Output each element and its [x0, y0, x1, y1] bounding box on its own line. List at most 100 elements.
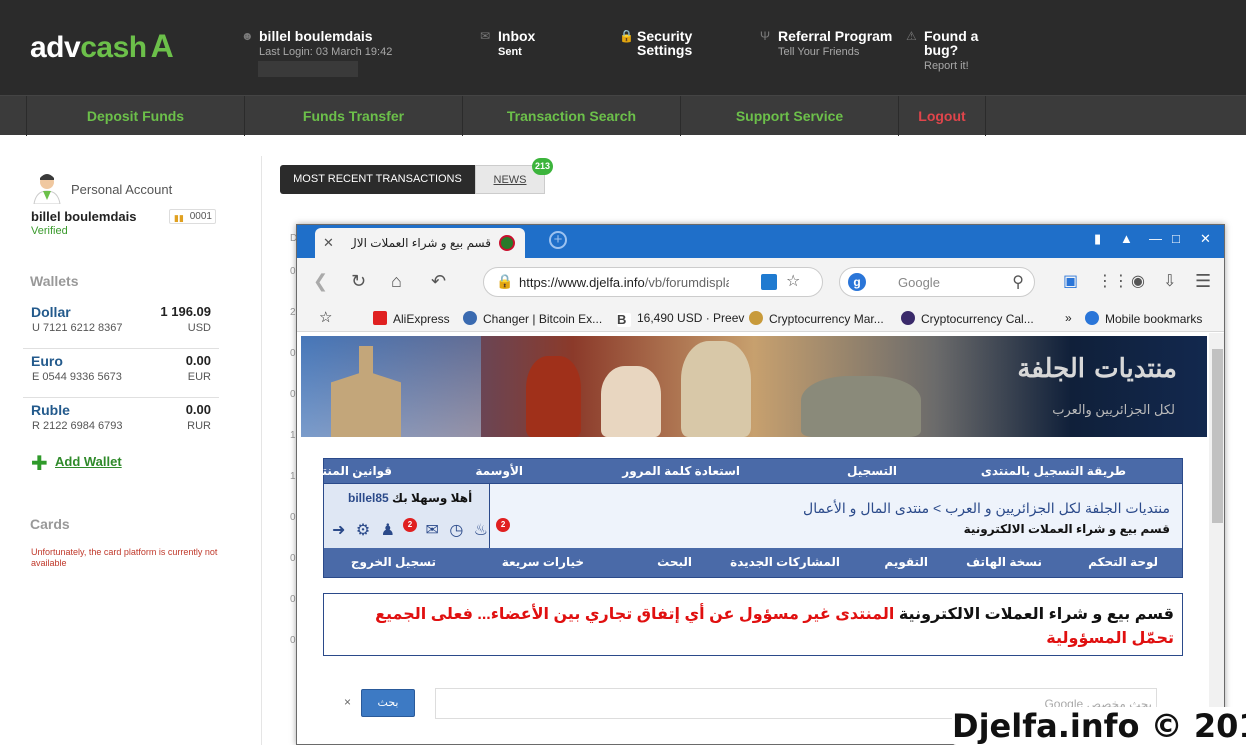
bookmark-preev[interactable]: B 16,490 USD · Preev	[617, 311, 744, 327]
wallet-amount: 0.00	[185, 402, 211, 417]
forum-username[interactable]: billel85	[348, 491, 389, 505]
wallet-name[interactable]: Ruble	[31, 402, 70, 418]
bookmark-star-icon[interactable]: ☆	[786, 271, 800, 291]
forum-link[interactable]: طريقة التسجيل بالمنتدى	[981, 464, 1126, 478]
tab-recent-transactions[interactable]: MOST RECENT TRANSACTIONS	[280, 165, 475, 194]
nav-deposit-funds[interactable]: Deposit Funds	[26, 96, 244, 136]
breadcrumb[interactable]: منتديات الجلفة لكل الجزائريين و العرب > …	[803, 500, 1170, 517]
forum-link[interactable]: الأوسمة	[475, 464, 523, 478]
back-icon[interactable]: ❮	[313, 271, 328, 292]
settings-title[interactable]: Settings	[637, 43, 692, 57]
wallet-name[interactable]: Dollar	[31, 304, 71, 320]
nav-funds-transfer[interactable]: Funds Transfer	[244, 96, 462, 136]
inbox-link[interactable]: ✉ Inbox Sent	[480, 29, 535, 59]
feed-icon[interactable]	[761, 274, 777, 290]
forum-link[interactable]: استعادة كلمة المرور	[622, 464, 740, 478]
search-icon[interactable]: ⚲	[1012, 272, 1024, 292]
translate-icon[interactable]: ▣	[1063, 271, 1078, 291]
url-path[interactable]: /vb/forumdispla	[645, 275, 729, 290]
wallet-dollar[interactable]: Dollar U 7121 6212 8367 1 196.09 USD	[23, 300, 219, 349]
forum-link[interactable]: خيارات سريعة	[502, 555, 584, 569]
envelope-icon: ✉	[480, 29, 491, 43]
security-settings-link[interactable]: 🔒 Security Settings	[619, 29, 692, 57]
mobile-bookmarks[interactable]: Mobile bookmarks	[1085, 311, 1202, 326]
level-bars-icon: ▮▮	[174, 213, 184, 223]
friends-icon[interactable]: ♟ 2	[381, 518, 417, 540]
url-host[interactable]: https://www.djelfa.info	[519, 275, 645, 290]
referral-link[interactable]: Ψ Referral Program Tell Your Friends	[760, 29, 892, 59]
extensions-icon[interactable]: ⋮⋮	[1097, 271, 1129, 291]
user-info: ☻ billel boulemdais Last Login: 03 March…	[241, 29, 392, 59]
referral-title[interactable]: Referral Program	[778, 29, 892, 43]
bookmarks-more-icon[interactable]: »	[1065, 311, 1072, 325]
wallet-name[interactable]: Euro	[31, 353, 63, 369]
web-page: منتديات الجلفة لكل الجزائريين والعرب طري…	[297, 333, 1209, 744]
forum-link[interactable]: نسخة الهاتف	[966, 555, 1042, 569]
search-placeholder[interactable]: Google	[898, 275, 940, 290]
wallet-euro[interactable]: Euro E 0544 9336 5673 0.00 EUR	[23, 349, 219, 398]
forum-link[interactable]: البحث	[657, 555, 692, 569]
home-icon[interactable]: ⌂	[391, 271, 402, 292]
menu-icon[interactable]: ☰	[1195, 271, 1211, 292]
bell-icon[interactable]: ♨ 2	[474, 518, 511, 540]
inbox-sent[interactable]: Sent	[498, 45, 535, 59]
reload-icon[interactable]: ↻	[351, 271, 366, 292]
forum-link[interactable]: لوحة التحكم	[1088, 555, 1158, 569]
banner-figure	[681, 341, 751, 437]
forum-link[interactable]: تسجيل الخروج	[351, 555, 436, 569]
nav-logout[interactable]: Logout	[898, 96, 986, 136]
forum-top-links: طريقة التسجيل بالمنتدى التسجيل استعادة ك…	[305, 459, 1182, 484]
changer-icon	[463, 311, 477, 325]
browser-search-box[interactable]: g Google ⚲	[839, 267, 1035, 297]
messages-icon[interactable]: ✉	[425, 520, 438, 540]
logout-icon[interactable]: ➜	[332, 520, 345, 540]
nav-support-service[interactable]: Support Service	[680, 96, 898, 136]
bug-title[interactable]: Found a	[924, 29, 978, 43]
maximize-icon[interactable]: □	[1172, 231, 1180, 246]
settings-icon[interactable]: ⚙	[356, 520, 370, 540]
referral-sub: Tell Your Friends	[778, 46, 860, 58]
download-icon[interactable]: ⇩	[1163, 271, 1176, 291]
wallet-ruble[interactable]: Ruble R 2122 6984 6793 0.00 RUR	[23, 398, 219, 447]
current-section: قسم بيع و شراء العملات الالكترونية	[963, 522, 1170, 536]
search-button[interactable]: بحث	[361, 689, 415, 717]
account-icon[interactable]: ◉	[1131, 271, 1145, 291]
tab-close-icon[interactable]: ✕	[323, 235, 334, 251]
forum-banner[interactable]: منتديات الجلفة لكل الجزائريين والعرب	[301, 336, 1207, 437]
add-wallet-link[interactable]: ✚ Add Wallet	[31, 453, 122, 475]
nav-transaction-search[interactable]: Transaction Search	[462, 96, 680, 136]
bookmark-calculator[interactable]: Cryptocurrency Cal...	[901, 311, 1034, 326]
lock-icon: 🔒	[619, 29, 634, 43]
bookmark-coinmarket[interactable]: Cryptocurrency Mar...	[749, 311, 884, 326]
main-nav: Deposit Funds Funds Transfer Transaction…	[0, 95, 1246, 136]
bookmark-changer[interactable]: Changer | Bitcoin Ex...	[463, 311, 602, 326]
page-scrollbar[interactable]	[1209, 333, 1224, 744]
forum-link[interactable]: قوانين المنتدى	[305, 464, 392, 478]
shirt-icon[interactable]: ▲	[1120, 231, 1133, 246]
forum-link[interactable]: التسجيل	[847, 464, 897, 478]
minimize-icon[interactable]: —	[1149, 231, 1162, 246]
address-bar[interactable]: 🔒 https://www.djelfa.info/vb/forumdispla…	[483, 267, 823, 297]
forum-link[interactable]: المشاركات الجديدة	[730, 555, 840, 569]
sidebar-divider	[261, 156, 262, 745]
bug-title-2[interactable]: bug?	[924, 43, 978, 57]
history-back-icon[interactable]: ↶	[431, 271, 446, 292]
welcome-text: أهلا وسهلا بك billel85	[348, 491, 473, 505]
clock-icon[interactable]: ◷	[449, 520, 463, 540]
bug-sub[interactable]: Report it!	[924, 59, 978, 73]
tab-title[interactable]: قسم بيع و شراء العملات الال	[351, 236, 491, 250]
inbox-title[interactable]: Inbox	[498, 29, 535, 43]
forum-link[interactable]: التقويم	[884, 555, 928, 569]
browser-tab[interactable]: ✕ قسم بيع و شراء العملات الال	[315, 228, 525, 258]
bookmark-star-icon[interactable]: ☆	[319, 308, 332, 326]
vpn-icon[interactable]: ▮	[1094, 231, 1101, 247]
search-close-icon[interactable]: ×	[344, 695, 351, 709]
bookmark-aliexpress[interactable]: AliExpress	[373, 311, 450, 326]
report-bug-link[interactable]: ⚠ Found a bug? Report it!	[906, 29, 978, 73]
scrollbar-thumb[interactable]	[1212, 349, 1223, 523]
new-tab-icon[interactable]: +	[549, 231, 567, 249]
advcash-logo[interactable]: advcash A	[30, 28, 174, 65]
window-close-icon[interactable]: ✕	[1200, 231, 1211, 247]
security-title[interactable]: Security	[637, 29, 692, 43]
wallet-amount: 0.00	[185, 353, 211, 368]
